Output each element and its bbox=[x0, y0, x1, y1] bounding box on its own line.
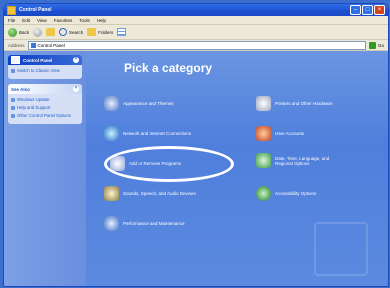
category-date-time[interactable]: Date, Time, Language, and Regional Optio… bbox=[256, 153, 335, 168]
classic-view-label: Switch to Classic View bbox=[17, 68, 60, 73]
category-label: Performance and Maintenance bbox=[123, 221, 185, 226]
options-icon bbox=[11, 113, 15, 118]
category-appearance[interactable]: Appearance and Themes bbox=[104, 96, 173, 111]
help-support-label: Help and Support bbox=[17, 105, 51, 110]
panel1-body: Switch to Classic View bbox=[8, 65, 82, 79]
search-label: Search bbox=[69, 29, 84, 35]
globe-clock-icon bbox=[256, 153, 271, 168]
maximize-button[interactable]: □ bbox=[362, 5, 373, 15]
control-panel-panel-header[interactable]: Control Panel ^ bbox=[8, 55, 82, 65]
forward-button[interactable] bbox=[33, 27, 43, 37]
menu-bar: File Edit View Favorites Tools Help bbox=[4, 16, 388, 25]
page-title: Pick a category bbox=[124, 61, 213, 75]
menu-tools[interactable]: Tools bbox=[79, 18, 90, 23]
back-button[interactable]: Back bbox=[8, 27, 30, 37]
go-button[interactable]: Go bbox=[368, 41, 384, 49]
close-button[interactable]: × bbox=[374, 5, 385, 15]
minimize-button[interactable]: – bbox=[350, 5, 361, 15]
windows-update-link[interactable]: Windows Update bbox=[11, 97, 79, 102]
task-pane: Control Panel ^ Switch to Classic View S… bbox=[4, 51, 86, 286]
folders-label: Folders bbox=[98, 29, 114, 35]
window-controls: – □ × bbox=[350, 5, 385, 15]
category-label: Printers and Other Hardware bbox=[275, 101, 333, 106]
highlight-ellipse bbox=[104, 146, 234, 182]
title-bar: Control Panel – □ × bbox=[4, 4, 388, 16]
control-panel-panel: Control Panel ^ Switch to Classic View bbox=[8, 55, 82, 79]
control-panel-window: Control Panel – □ × File Edit View Favor… bbox=[3, 3, 389, 287]
address-label: Address bbox=[8, 42, 25, 48]
menu-file[interactable]: File bbox=[8, 18, 15, 23]
users-icon bbox=[256, 126, 271, 141]
network-icon bbox=[104, 126, 119, 141]
other-options-label: Other Control Panel Options bbox=[17, 113, 71, 118]
address-field[interactable]: Control Panel bbox=[27, 40, 366, 50]
go-arrow-icon bbox=[368, 41, 376, 49]
category-printers[interactable]: Printers and Other Hardware bbox=[256, 96, 333, 111]
category-user-accounts[interactable]: User Accounts bbox=[256, 126, 304, 141]
printer-icon bbox=[256, 96, 271, 111]
watermark-check bbox=[314, 222, 368, 276]
classic-view-icon bbox=[11, 68, 15, 73]
category-accessibility[interactable]: Accessibility Options bbox=[256, 186, 316, 201]
category-label: Accessibility Options bbox=[275, 191, 317, 196]
category-sounds[interactable]: Sounds, Speech, and Audio Devices bbox=[104, 186, 196, 201]
window-title: Control Panel bbox=[19, 7, 52, 13]
category-label: Date, Time, Language, and Regional Optio… bbox=[275, 155, 330, 166]
search-button[interactable]: Search bbox=[59, 28, 83, 36]
category-view: Pick a category Appearance and Themes Pr… bbox=[86, 51, 388, 286]
category-network[interactable]: Network and Internet Connections bbox=[104, 126, 191, 141]
menu-favorites[interactable]: Favorites bbox=[54, 18, 73, 23]
folders-icon bbox=[87, 28, 97, 36]
windows-update-icon bbox=[11, 97, 15, 102]
panel-icon bbox=[11, 56, 20, 64]
help-support-link[interactable]: Help and Support bbox=[11, 105, 79, 110]
up-folder-icon[interactable] bbox=[46, 28, 56, 36]
views-icon[interactable] bbox=[117, 28, 127, 36]
category-label: User Accounts bbox=[275, 131, 305, 136]
toolbar: Back Search Folders bbox=[4, 25, 388, 40]
speaker-icon bbox=[104, 186, 119, 201]
category-label: Appearance and Themes bbox=[123, 101, 174, 106]
category-label: Network and Internet Connections bbox=[123, 131, 192, 136]
category-performance[interactable]: Performance and Maintenance bbox=[104, 216, 185, 231]
back-label: Back bbox=[19, 29, 30, 35]
windows-update-label: Windows Update bbox=[17, 97, 50, 102]
folders-button[interactable]: Folders bbox=[87, 28, 113, 36]
go-label: Go bbox=[377, 42, 384, 48]
address-bar: Address Control Panel Go bbox=[4, 40, 388, 51]
panel1-title: Control Panel bbox=[23, 57, 53, 63]
content-area: Control Panel ^ Switch to Classic View S… bbox=[4, 51, 388, 286]
chevron-up-icon[interactable]: ^ bbox=[73, 86, 79, 92]
help-icon bbox=[11, 105, 15, 110]
category-label: Sounds, Speech, and Audio Devices bbox=[123, 191, 196, 196]
other-options-link[interactable]: Other Control Panel Options bbox=[11, 113, 79, 118]
chevron-up-icon[interactable]: ^ bbox=[73, 57, 79, 63]
menu-view[interactable]: View bbox=[37, 18, 47, 23]
classic-view-link[interactable]: Switch to Classic View bbox=[11, 68, 79, 73]
see-also-panel: See Also ^ Windows Update Help and Suppo… bbox=[8, 84, 82, 124]
menu-help[interactable]: Help bbox=[97, 18, 106, 23]
control-panel-icon bbox=[7, 5, 16, 15]
panel2-body: Windows Update Help and Support Other Co… bbox=[8, 94, 82, 124]
search-icon bbox=[59, 28, 68, 36]
panel2-title: See Also bbox=[11, 86, 30, 92]
menu-edit[interactable]: Edit bbox=[22, 18, 30, 23]
accessibility-icon bbox=[256, 186, 271, 201]
address-value: Control Panel bbox=[37, 42, 65, 48]
performance-icon bbox=[104, 216, 119, 231]
see-also-header[interactable]: See Also ^ bbox=[8, 84, 82, 94]
control-panel-small-icon bbox=[30, 42, 36, 48]
back-arrow-icon bbox=[8, 27, 17, 37]
appearance-icon bbox=[104, 96, 119, 111]
